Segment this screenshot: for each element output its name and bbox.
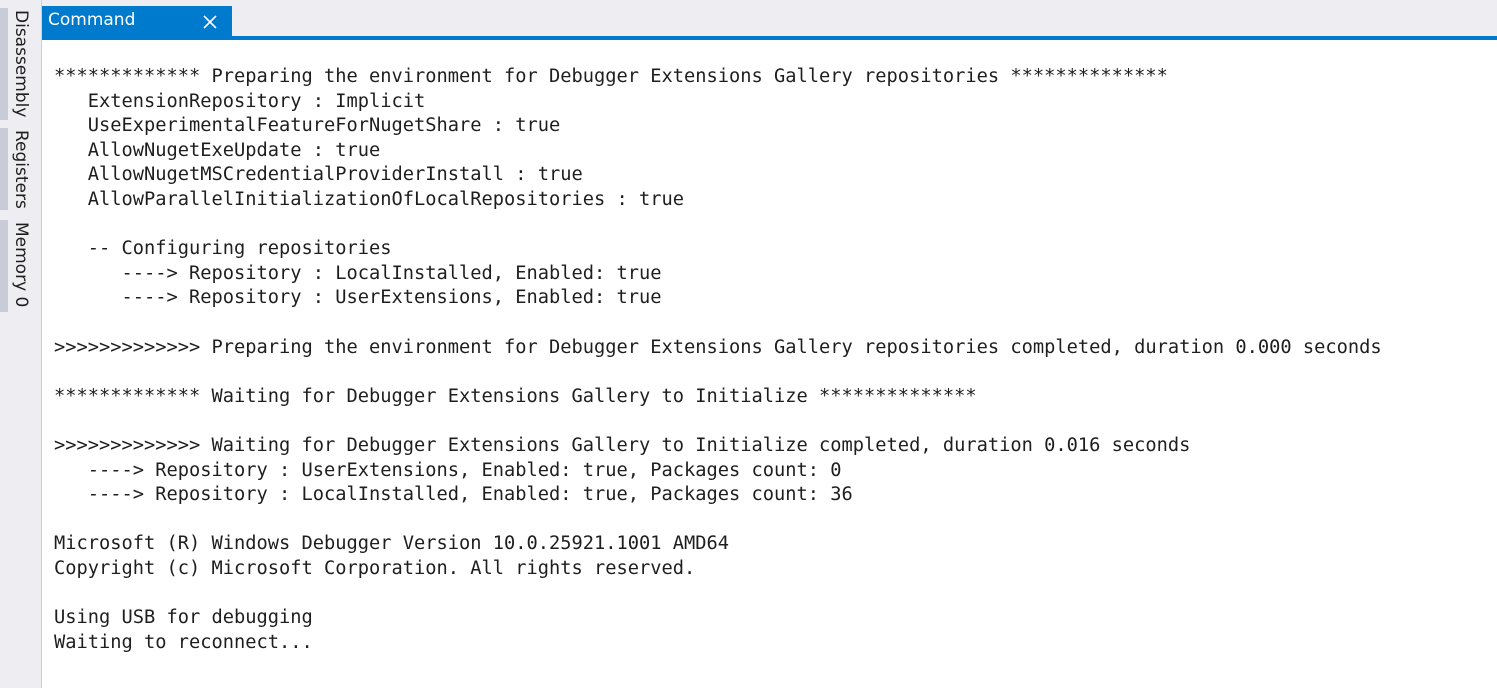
output-line: >>>>>>>>>>>>> Waiting for Debugger Exten… [54,434,1191,456]
tab-command[interactable]: Command [42,6,232,40]
output-line: ----> Repository : LocalInstalled, Enabl… [54,484,853,506]
command-output-text: ************* Preparing the environment … [54,65,1382,655]
close-icon[interactable] [200,12,220,32]
output-line: Copyright (c) Microsoft Corporation. All… [54,557,696,579]
debugger-window: Disassembly Registers Memory 0 Command *… [0,0,1497,688]
output-line: -- Configuring repositories [54,238,392,260]
output-line: ExtensionRepository : Implicit [54,90,426,112]
side-tab-disassembly-marker[interactable] [0,8,8,120]
tab-bar [42,0,1497,40]
output-line: AllowNugetMSCredentialProviderInstall : … [54,164,583,186]
side-tab-registers[interactable]: Registers [10,130,32,209]
output-line: AllowNugetExeUpdate : true [54,139,381,161]
output-line: ----> Repository : UserExtensions, Enabl… [54,459,842,481]
side-tab-strip: Disassembly Registers Memory 0 [0,0,42,688]
command-output-pane[interactable]: ************* Preparing the environment … [43,40,1497,688]
output-line: AllowParallelInitializationOfLocalReposi… [54,188,685,210]
output-line: ************* Waiting for Debugger Exten… [54,385,977,407]
side-tab-disassembly[interactable]: Disassembly [10,10,32,117]
output-line: ----> Repository : UserExtensions, Enabl… [54,287,662,309]
output-line: >>>>>>>>>>>>> Preparing the environment … [54,336,1382,358]
side-tab-memory[interactable]: Memory 0 [10,222,32,307]
output-line: Microsoft (R) Windows Debugger Version 1… [54,533,730,555]
output-line: Waiting to reconnect... [54,631,313,653]
side-tab-registers-marker[interactable] [0,128,8,210]
output-line: UseExperimentalFeatureForNugetShare : tr… [54,115,561,137]
output-line: ************* Preparing the environment … [54,66,1168,87]
output-line: ----> Repository : LocalInstalled, Enabl… [54,262,662,284]
tab-command-title: Command [48,10,136,30]
side-tab-memory-marker[interactable] [0,220,8,312]
output-line: Using USB for debugging [54,607,313,629]
